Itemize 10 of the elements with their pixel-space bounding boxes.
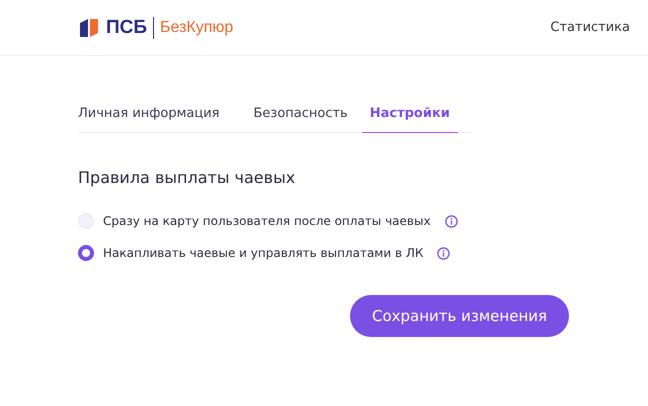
option-label: Сразу на карту пользователя после оплаты чаевых bbox=[103, 214, 431, 228]
option-label: Накапливать чаевые и управлять выплатами в ЛК bbox=[103, 246, 424, 260]
tab[interactable]: Безопасность bbox=[245, 106, 356, 133]
logo-text: ПСБ bbox=[106, 16, 148, 38]
nav-link[interactable]: Статистика bbox=[550, 20, 630, 35]
tab[interactable]: Личная информация bbox=[78, 106, 228, 133]
tab[interactable]: Настройки bbox=[362, 106, 458, 133]
save-button[interactable]: Сохранить изменения bbox=[350, 295, 570, 337]
logo-subtitle: БезКупюр bbox=[160, 18, 234, 36]
section-title: Правила выплаты чаевых bbox=[78, 168, 296, 187]
